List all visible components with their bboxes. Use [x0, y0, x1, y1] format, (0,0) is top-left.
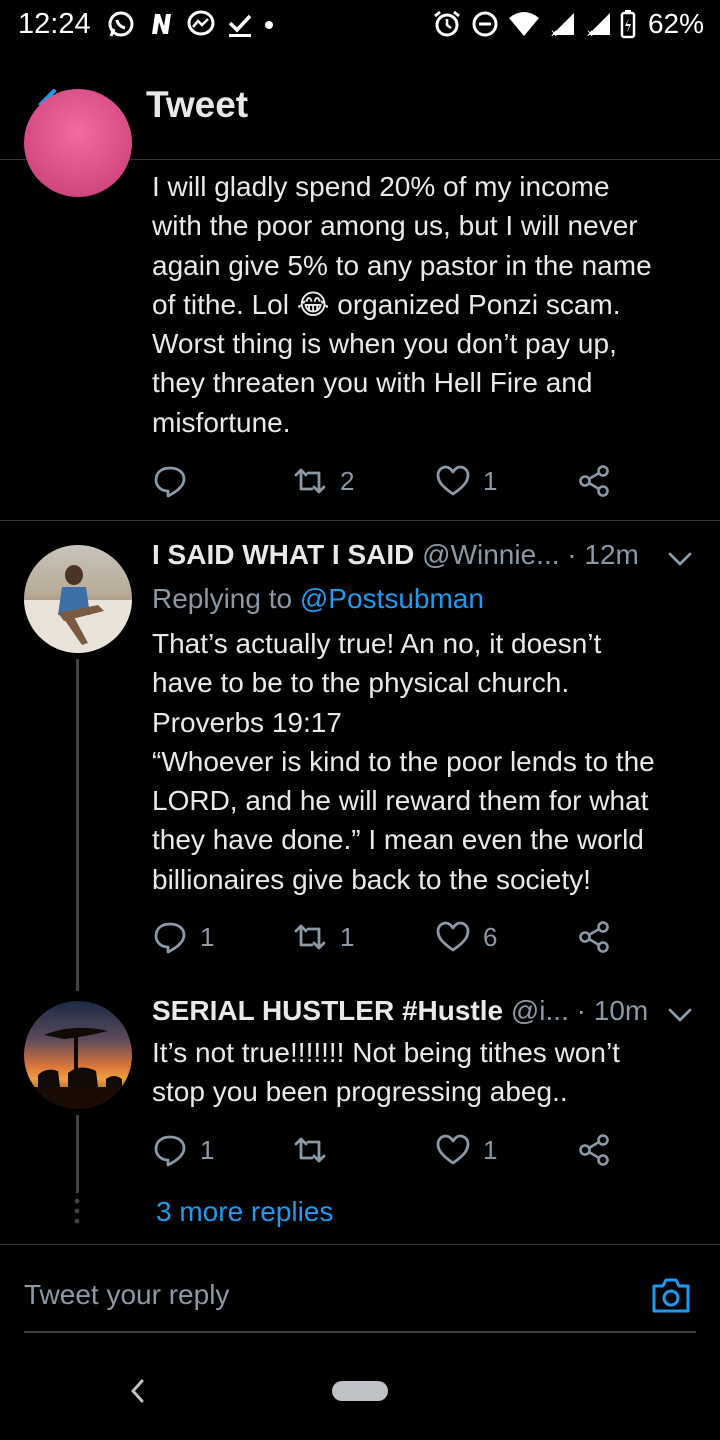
wifi-icon — [508, 12, 539, 36]
reply-icon — [154, 1135, 186, 1167]
avatar[interactable] — [24, 1001, 132, 1109]
n-app-icon — [152, 14, 171, 34]
tweet-time: 12m — [584, 539, 639, 570]
tweet-time: 10m — [593, 995, 649, 1026]
share-icon — [579, 465, 609, 497]
like-count: 1 — [483, 465, 498, 496]
avatar[interactable] — [24, 89, 132, 197]
tweet-text: That’s actually true! An no, it doesn’t … — [152, 628, 655, 895]
like-button[interactable]: 6 — [435, 917, 497, 957]
reply-bar: Tweet your reply — [0, 1244, 720, 1336]
replying-to: Replying to @Postsubman — [152, 583, 484, 615]
reply-count: 1 — [200, 1134, 215, 1165]
messenger-icon — [187, 10, 215, 36]
reply-button[interactable]: 1 — [152, 1130, 214, 1170]
like-button[interactable]: 1 — [435, 1130, 497, 1170]
thread-line — [76, 659, 79, 991]
retweet-icon — [294, 468, 326, 494]
battery-icon — [620, 10, 636, 39]
battery-percent: 62% — [647, 8, 704, 39]
retweet-count: 2 — [340, 465, 355, 496]
user-handle[interactable]: @Winnie... — [422, 539, 559, 570]
dot-icon — [265, 21, 273, 29]
display-name[interactable]: SERIAL HUSTLER #Hustle — [152, 995, 503, 1026]
tweet-header: SERIAL HUSTLER #Hustle @i... · 10m — [152, 995, 672, 1035]
status-bar: 12:24 x x 62% — [0, 0, 720, 52]
retweet-count: 1 — [340, 921, 355, 952]
like-icon — [436, 1134, 470, 1165]
tweet-item-1[interactable]: I will gladly spend 20% of my income wit… — [0, 89, 720, 521]
replying-label: Replying to — [152, 583, 293, 614]
tweet-actions: 1 1 — [152, 1130, 632, 1170]
chevron-down-icon[interactable] — [666, 1001, 694, 1029]
like-icon — [436, 921, 470, 952]
reply-count: 1 — [200, 921, 215, 952]
retweet-button[interactable]: 2 — [292, 461, 354, 501]
share-button[interactable] — [576, 917, 612, 957]
alarm-icon — [434, 10, 460, 37]
reply-input[interactable]: Tweet your reply — [24, 1265, 696, 1333]
avatar-photo — [24, 565, 132, 653]
retweet-button[interactable] — [292, 1130, 340, 1170]
tweet-item-3[interactable]: SERIAL HUSTLER #Hustle @i... · 10m It’s … — [0, 991, 720, 1244]
like-icon — [436, 465, 470, 496]
share-button[interactable] — [576, 461, 612, 501]
svg-text:x: x — [587, 28, 593, 39]
tweet-item-2[interactable]: I SAID WHAT I SAID @Winnie... · 12m Repl… — [0, 521, 720, 991]
signal-icon: x — [551, 13, 574, 39]
chevron-down-icon[interactable] — [666, 545, 694, 573]
reply-icon — [154, 466, 186, 498]
reply-icon — [154, 922, 186, 954]
more-replies-link[interactable]: 3 more replies — [156, 1196, 333, 1228]
thread-line — [76, 1115, 79, 1193]
page-title: Tweet — [146, 84, 249, 125]
home-pill-icon[interactable] — [332, 1381, 388, 1401]
retweet-icon — [294, 1137, 326, 1163]
separator: · — [567, 539, 577, 570]
camera-icon[interactable] — [650, 1275, 692, 1315]
user-handle[interactable]: @i... — [511, 995, 569, 1026]
signal-icon-2: x — [587, 13, 610, 39]
share-icon — [579, 921, 609, 953]
download-done-icon — [228, 14, 252, 37]
separator: · — [576, 995, 586, 1026]
system-icons: x x 62% — [432, 6, 704, 42]
like-count: 6 — [483, 921, 498, 952]
like-count: 1 — [483, 1134, 498, 1165]
thread-dots-icon — [74, 1198, 80, 1224]
reply-button[interactable]: 1 — [152, 917, 214, 957]
retweet-button[interactable]: 1 — [292, 917, 354, 957]
like-button[interactable]: 1 — [435, 461, 497, 501]
dnd-icon — [472, 11, 498, 37]
avatar-photo — [24, 1027, 132, 1109]
display-name[interactable]: I SAID WHAT I SAID — [152, 539, 414, 570]
system-nav-bar — [0, 1340, 720, 1440]
tweet-actions: 1 1 6 — [152, 917, 632, 957]
reply-button[interactable] — [152, 461, 200, 501]
share-icon — [579, 1134, 609, 1166]
whatsapp-icon — [108, 11, 134, 37]
svg-text:x: x — [551, 28, 557, 39]
nav-back-icon[interactable] — [128, 1378, 148, 1404]
status-time: 12:24 — [18, 8, 91, 40]
avatar[interactable] — [24, 545, 132, 653]
tweet-text: I will gladly spend 20% of my income wit… — [152, 171, 652, 438]
tweet-header: I SAID WHAT I SAID @Winnie... · 12m — [152, 539, 672, 579]
notification-icons — [106, 6, 274, 42]
tweet-text: It’s not true!!!!!!! Not being tithes wo… — [152, 1037, 620, 1108]
share-button[interactable] — [576, 1130, 612, 1170]
replying-to-link[interactable]: @Postsubman — [300, 583, 484, 614]
tweet-actions: 2 1 — [152, 461, 632, 501]
retweet-icon — [294, 924, 326, 950]
